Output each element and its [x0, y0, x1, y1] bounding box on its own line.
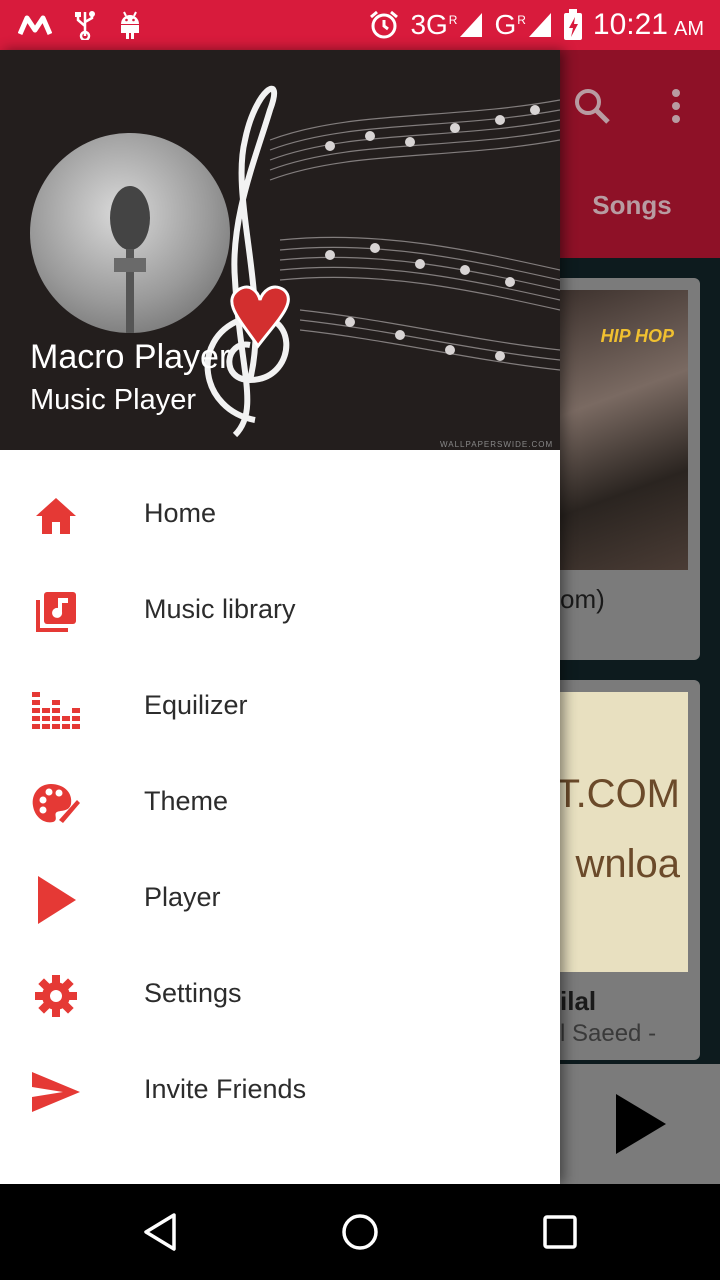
play-icon [30, 876, 82, 924]
usb-icon [74, 10, 96, 40]
song-title: om) [560, 584, 605, 614]
navigation-drawer: Macro Player Music Player WALLPAPERSWIDE… [0, 50, 560, 1184]
song-artist: l Saeed - [560, 1020, 657, 1047]
tab-songs[interactable]: Songs [560, 190, 704, 221]
menu-item-home[interactable]: Home [0, 468, 560, 564]
play-icon[interactable] [612, 1092, 668, 1156]
equalizer-icon [30, 684, 82, 732]
drawer-menu: Home Music library Equilizer Theme Playe… [0, 468, 560, 1140]
battery-charging-icon [563, 9, 583, 41]
menu-item-label: Home [144, 498, 217, 528]
clock: 10:21 [592, 8, 668, 41]
status-bar: 3G R G R 10:21 AM [0, 0, 720, 50]
album-art: HIP HOP [540, 290, 688, 570]
microphone-icon [110, 186, 150, 333]
menu-item-label: Theme [144, 786, 229, 816]
roaming-indicator-2: R [517, 13, 526, 27]
album-art-text: wnloa [575, 842, 680, 886]
m-logo-icon [18, 14, 52, 36]
signal-g: G R [494, 11, 552, 39]
gear-icon [30, 972, 82, 1020]
home-nav-icon[interactable] [340, 1212, 380, 1252]
menu-item-label: Equilizer [144, 690, 248, 720]
clock-ampm: AM [674, 17, 704, 40]
drawer-title: Macro Player [30, 338, 231, 376]
drawer-header: Macro Player Music Player WALLPAPERSWIDE… [0, 50, 560, 450]
navigation-bar [0, 1184, 720, 1280]
signal-icon [528, 13, 551, 37]
recents-icon[interactable] [540, 1212, 580, 1252]
signal-3g: 3G R [410, 11, 484, 39]
palette-icon [30, 780, 82, 828]
back-icon[interactable] [140, 1212, 180, 1252]
home-icon [30, 492, 82, 540]
song-card[interactable]: T.COM wnloa ilal l Saeed - [540, 680, 700, 1060]
network-type-2: G [494, 9, 517, 40]
music-library-icon [30, 588, 82, 636]
signal-icon [460, 13, 483, 37]
album-art-text: T.COM [555, 772, 680, 816]
android-icon [118, 10, 142, 40]
menu-item-player[interactable]: Player [0, 852, 560, 948]
search-icon[interactable] [572, 86, 612, 126]
drawer-subtitle: Music Player [30, 384, 196, 416]
song-card[interactable]: HIP HOP om) [540, 278, 700, 660]
menu-item-label: Invite Friends [144, 1074, 307, 1104]
menu-item-invite-friends[interactable]: Invite Friends [0, 1044, 560, 1140]
album-art: T.COM wnloa [540, 692, 688, 972]
menu-item-music-library[interactable]: Music library [0, 564, 560, 660]
menu-item-label: Music library [144, 594, 296, 624]
menu-item-settings[interactable]: Settings [0, 948, 560, 1044]
alarm-icon [368, 9, 400, 41]
album-art-text: HIP HOP [600, 326, 674, 346]
menu-item-equalizer[interactable]: Equilizer [0, 660, 560, 756]
network-type-1: 3G [410, 9, 448, 40]
send-icon [30, 1068, 82, 1116]
avatar [30, 133, 230, 333]
menu-item-label: Settings [144, 978, 242, 1008]
more-options-icon[interactable] [664, 86, 688, 126]
song-title: ilal [560, 986, 597, 1016]
watermark: WALLPAPERSWIDE.COM [440, 440, 554, 449]
menu-item-label: Player [144, 882, 221, 912]
roaming-indicator-1: R [448, 13, 458, 27]
menu-item-theme[interactable]: Theme [0, 756, 560, 852]
